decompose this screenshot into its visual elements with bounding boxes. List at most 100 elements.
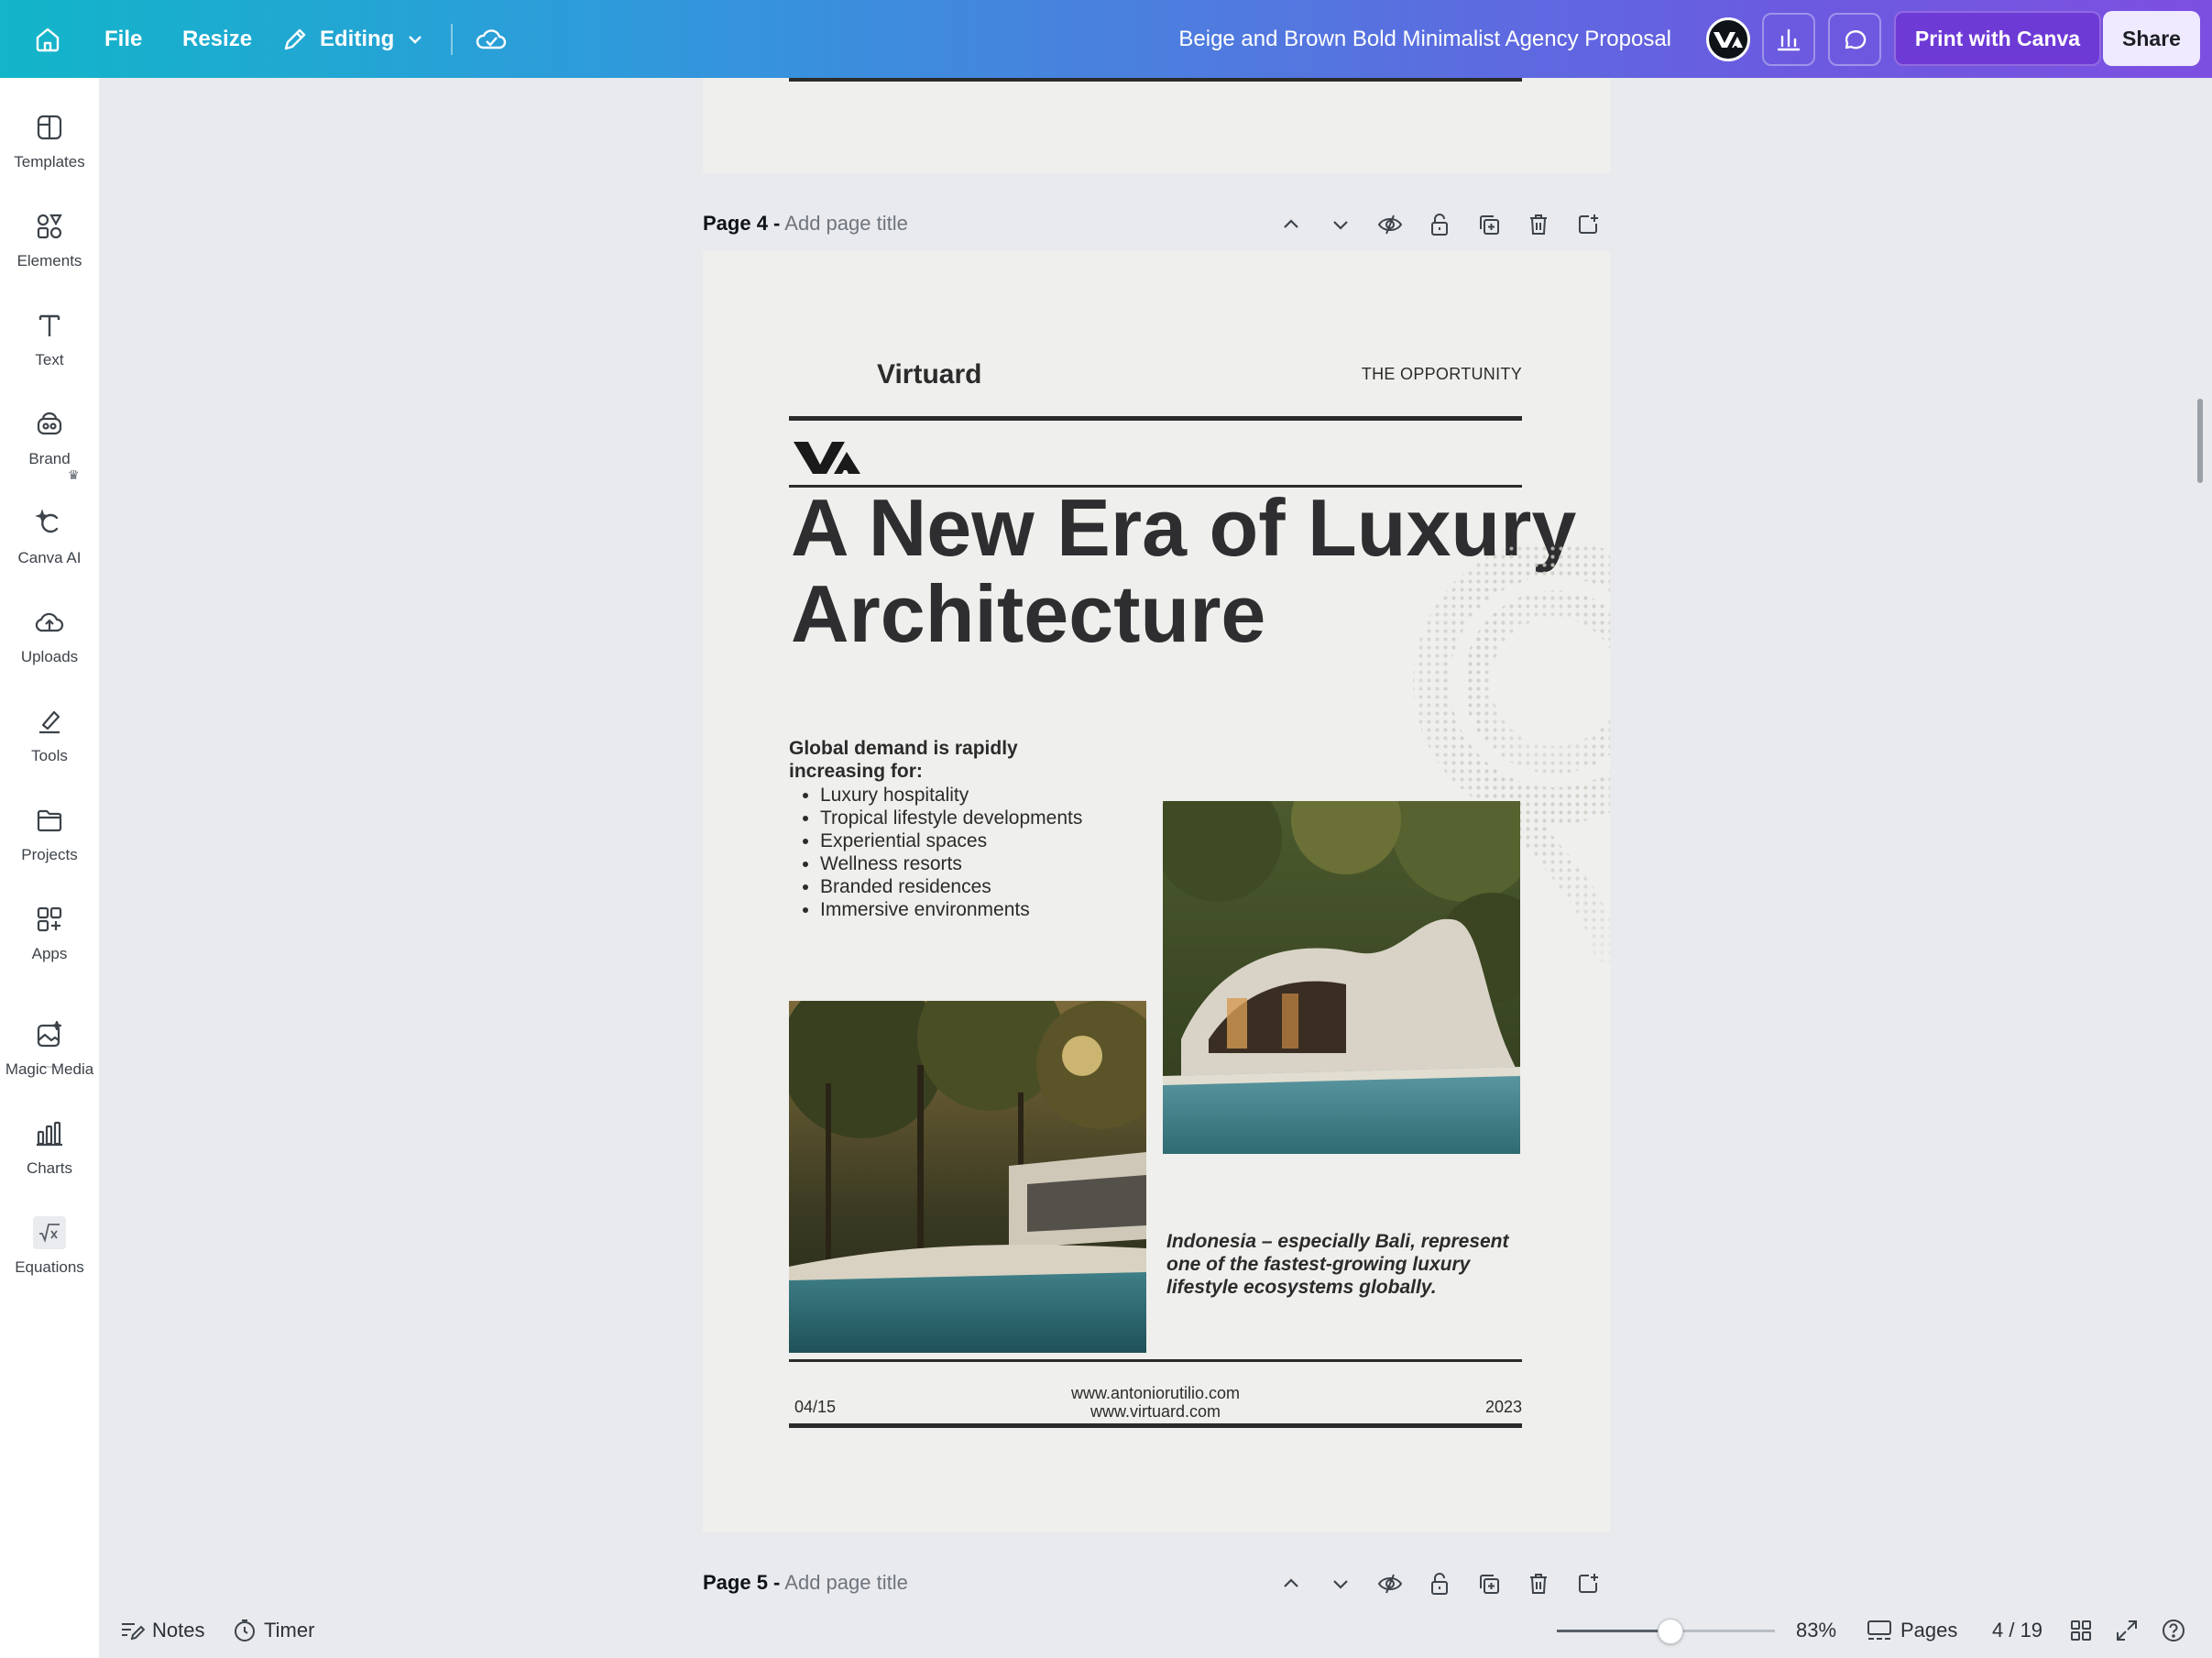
share-button[interactable]: Share <box>2103 11 2200 66</box>
uploads-icon <box>33 606 66 639</box>
list-item: Experiential spaces <box>820 829 1082 852</box>
editing-mode-button[interactable]: Editing <box>281 0 425 78</box>
bar-chart-icon <box>1777 28 1801 51</box>
duplicate-page-button[interactable] <box>1464 206 1514 243</box>
cloud-check-icon <box>476 28 507 49</box>
move-page-down-button[interactable] <box>1316 1565 1365 1602</box>
comment-icon <box>1845 30 1867 49</box>
section-tag[interactable]: THE OPPORTUNITY <box>1362 365 1522 384</box>
comments-button[interactable] <box>1828 13 1881 66</box>
page-5-add-title[interactable]: Add page title <box>784 1571 908 1594</box>
sidebar-item-canva-ai[interactable]: Canva AI <box>0 494 99 586</box>
resize-button[interactable]: Resize <box>182 0 252 78</box>
page-5-label[interactable]: Page 5 - Add page title <box>703 1571 908 1595</box>
demand-lead-text[interactable]: Global demand is rapidly increasing for: <box>789 737 1119 783</box>
sidebar-item-tools[interactable]: Tools <box>0 692 99 784</box>
document-title[interactable]: Beige and Brown Bold Minimalist Agency P… <box>1178 0 1671 78</box>
chevron-up-icon <box>1284 1578 1298 1587</box>
virtuard-logo-icon <box>1714 32 1743 48</box>
canvas-area[interactable]: Page 4 - Add page title Virtuard THE OPP… <box>99 78 2212 1658</box>
cloud-save-status-button[interactable] <box>475 0 508 78</box>
sidebar-item-elements[interactable]: Elements <box>0 197 99 289</box>
sidebar-item-text[interactable]: Text <box>0 296 99 388</box>
zoom-level[interactable]: 83% <box>1796 1603 1836 1658</box>
move-page-down-button[interactable] <box>1316 206 1365 243</box>
bali-quote-text[interactable]: Indonesia – especially Bali, represent o… <box>1166 1230 1515 1299</box>
lock-page-button[interactable] <box>1415 1565 1464 1602</box>
timer-label: Timer <box>264 1619 315 1642</box>
fullscreen-icon <box>2117 1620 2137 1641</box>
add-page-button[interactable] <box>1563 206 1613 243</box>
sidebar-item-brand[interactable]: Brand <box>0 395 99 487</box>
page-5-toolbar <box>1266 1565 1613 1602</box>
list-item: Branded residences <box>820 875 1082 898</box>
bottom-bar: Notes Timer 83% Pages 4 / 19 <box>99 1603 2212 1658</box>
print-with-canva-button[interactable]: Print with Canva <box>1894 11 2101 66</box>
zoom-slider[interactable] <box>1557 1619 1775 1644</box>
demand-bullet-list[interactable]: Luxury hospitality Tropical lifestyle de… <box>820 784 1082 921</box>
sidebar-item-equations[interactable]: Equations <box>0 1203 99 1295</box>
magic-media-icon <box>33 1018 66 1051</box>
eye-off-icon <box>1377 214 1403 235</box>
add-page-icon <box>1579 214 1598 234</box>
text-icon <box>33 309 66 342</box>
avatar[interactable] <box>1706 17 1750 61</box>
footer-urls[interactable]: www.antoniorutilio.com www.virtuard.com <box>789 1384 1522 1421</box>
topbar-divider <box>451 24 453 55</box>
sidebar-item-label: Magic Media <box>5 1060 94 1078</box>
footer-year[interactable]: 2023 <box>1485 1398 1522 1417</box>
list-item: Tropical lifestyle developments <box>820 807 1082 829</box>
projects-icon <box>33 804 66 837</box>
sidebar-item-projects[interactable]: Projects <box>0 791 99 883</box>
page-4-add-title[interactable]: Add page title <box>784 212 908 235</box>
zoom-value: 83% <box>1796 1619 1837 1642</box>
delete-page-button[interactable] <box>1514 206 1563 243</box>
list-item: Wellness resorts <box>820 852 1082 875</box>
sidebar-item-magic-media[interactable]: Magic Media <box>0 1005 99 1097</box>
page-4-toolbar <box>1266 206 1613 243</box>
header-top-rule <box>789 416 1522 421</box>
home-button[interactable] <box>33 0 62 78</box>
vertical-scrollbar[interactable] <box>2197 399 2203 483</box>
fullscreen-button[interactable] <box>2115 1603 2139 1658</box>
notes-button[interactable]: Notes <box>119 1603 204 1658</box>
grid-icon <box>2071 1620 2091 1641</box>
chevron-down-icon <box>1333 221 1348 230</box>
notes-icon <box>122 1623 145 1641</box>
sidebar-item-templates[interactable]: Templates <box>0 98 99 190</box>
pages-button[interactable]: Pages <box>1866 1603 1957 1658</box>
brand-name[interactable]: Virtuard <box>877 359 981 390</box>
grid-view-button[interactable] <box>2069 1603 2093 1658</box>
virtuard-logo-icon[interactable] <box>794 439 861 476</box>
page-counter[interactable]: 4 / 19 <box>1992 1603 2042 1658</box>
help-button[interactable] <box>2161 1603 2186 1658</box>
move-page-up-button[interactable] <box>1266 1565 1316 1602</box>
sidebar-item-label: Uploads <box>20 648 79 665</box>
duplicate-page-button[interactable] <box>1464 1565 1514 1602</box>
templates-icon <box>33 111 66 144</box>
add-page-button[interactable] <box>1563 1565 1613 1602</box>
chevron-down-icon <box>409 35 422 44</box>
move-page-up-button[interactable] <box>1266 206 1316 243</box>
brand-icon <box>33 408 66 441</box>
timer-button[interactable]: Timer <box>233 1603 314 1658</box>
file-menu-button[interactable]: File <box>104 0 142 78</box>
pages-icon <box>1867 1620 1891 1640</box>
page-4-label[interactable]: Page 4 - Add page title <box>703 212 908 236</box>
hide-page-button[interactable] <box>1365 206 1415 243</box>
villa-pool-photo-right[interactable] <box>1163 801 1520 1154</box>
delete-page-button[interactable] <box>1514 1565 1563 1602</box>
help-icon <box>2163 1620 2185 1642</box>
zoom-slider-thumb[interactable] <box>1657 1619 1683 1644</box>
footer-bottom-rule <box>789 1423 1522 1428</box>
sidebar-item-charts[interactable]: Charts <box>0 1104 99 1196</box>
forest-villa-photo-left[interactable] <box>789 1001 1146 1353</box>
sidebar-item-uploads[interactable]: Uploads <box>0 593 99 685</box>
eye-off-icon <box>1377 1574 1403 1594</box>
sidebar-item-apps[interactable]: Apps <box>0 890 99 982</box>
hide-page-button[interactable] <box>1365 1565 1415 1602</box>
lock-page-button[interactable] <box>1415 206 1464 243</box>
page-3-preview[interactable] <box>703 78 1610 173</box>
insights-button[interactable] <box>1762 13 1815 66</box>
page-4-slide[interactable]: Virtuard THE OPPORTUNITY A New Era of Lu… <box>703 251 1610 1532</box>
